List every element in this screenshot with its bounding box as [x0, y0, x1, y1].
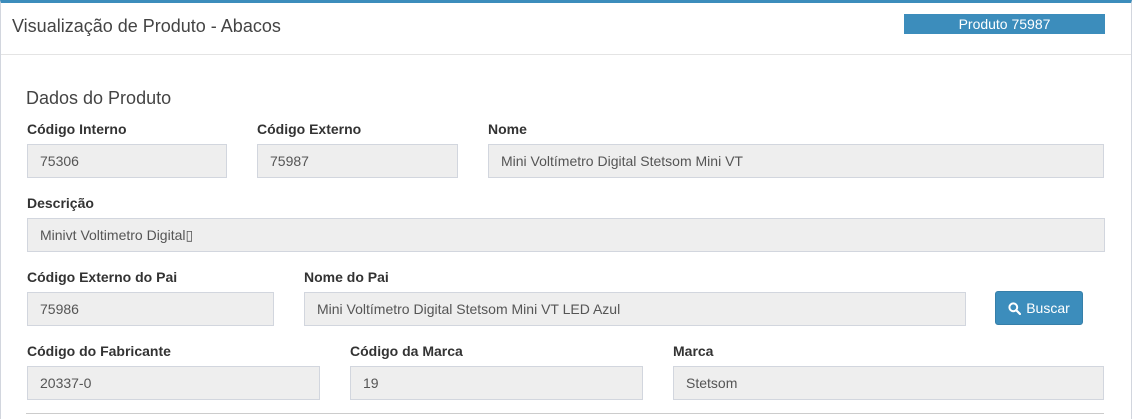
codigo-externo-pai-label: Código Externo do Pai — [27, 269, 178, 285]
codigo-interno-label: Código Interno — [27, 121, 127, 137]
codigo-externo-label: Código Externo — [257, 121, 362, 137]
descricao-label: Descrição — [27, 195, 94, 211]
codigo-externo-pai-field[interactable]: 75986 — [27, 292, 274, 326]
descricao-field[interactable]: Minivt Voltimetro Digital▯ — [27, 218, 1105, 252]
codigo-marca-field[interactable]: 19 — [350, 366, 643, 400]
marca-field[interactable]: Stetsom — [673, 366, 1104, 400]
section-title: Dados do Produto — [26, 88, 172, 108]
nome-pai-label: Nome do Pai — [304, 269, 389, 285]
nome-field[interactable]: Mini Voltímetro Digital Stetsom Mini VT — [488, 144, 1104, 178]
codigo-fabricante-field[interactable]: 20337-0 — [27, 366, 320, 400]
codigo-marca-label: Código da Marca — [350, 343, 463, 359]
nome-pai-field[interactable]: Mini Voltímetro Digital Stetsom Mini VT … — [304, 292, 966, 326]
search-icon — [1008, 301, 1022, 315]
marca-label: Marca — [673, 343, 714, 359]
buscar-button-label: Buscar — [1026, 300, 1070, 316]
page-title: Visualização de Produto - Abacos — [12, 16, 281, 36]
buscar-button[interactable]: Buscar — [995, 291, 1083, 325]
codigo-interno-field[interactable]: 75306 — [27, 144, 227, 178]
section-divider — [26, 413, 1104, 414]
codigo-externo-field[interactable]: 75987 — [257, 144, 458, 178]
panel-header: Visualização de Produto - Abacos Produto… — [1, 3, 1131, 55]
product-badge: Produto 75987 — [904, 14, 1105, 34]
codigo-fabricante-label: Código do Fabricante — [27, 343, 171, 359]
nome-label: Nome — [488, 121, 527, 137]
